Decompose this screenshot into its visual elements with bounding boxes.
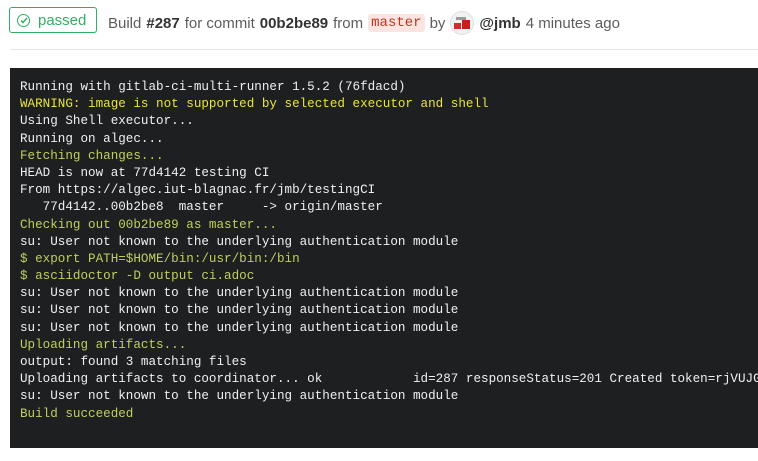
trace-line: Fetching changes... <box>20 148 164 163</box>
for-commit-text: for commit <box>184 14 255 32</box>
trace-line: $ asciidoctor -D output ci.adoc <box>20 269 255 284</box>
trace-line: Running on algec... <box>20 131 164 146</box>
trace-line: Build succeeded <box>20 406 134 421</box>
build-number: #287 <box>146 14 180 32</box>
trace-line: su: User not known to the underlying aut… <box>20 389 459 404</box>
trace-line: Uploading artifacts... <box>20 337 187 352</box>
build-header: passed Build #287 for commit 00b2be89 fr… <box>0 0 758 44</box>
trace-line: output: found 3 matching files <box>20 355 247 369</box>
header-divider <box>10 49 758 50</box>
trace-line: su: User not known to the underlying aut… <box>20 303 459 318</box>
build-time: 4 minutes ago <box>525 14 620 32</box>
trace-line: su: User not known to the underlying aut… <box>20 320 459 335</box>
avatar[interactable] <box>450 11 475 35</box>
status-label: passed <box>38 11 87 29</box>
commit-sha-link[interactable]: 00b2be89 <box>260 15 328 32</box>
trace-line: Checking out 00b2be89 as master... <box>20 217 277 232</box>
build-trace[interactable]: Running with gitlab-ci-multi-runner 1.5.… <box>10 68 758 448</box>
trace-line: Uploading artifacts to coordinator... ok… <box>20 372 758 387</box>
by-text: by <box>429 14 446 32</box>
user-link[interactable]: @jmb <box>479 15 520 32</box>
build-prefix: Build <box>108 14 142 32</box>
trace-line: $ export PATH=$HOME/bin:/usr/bin:/bin <box>20 251 300 266</box>
status-badge[interactable]: passed <box>9 7 98 33</box>
from-text: from <box>333 14 364 32</box>
trace-line: Using Shell executor... <box>20 114 194 129</box>
trace-line: su: User not known to the underlying aut… <box>20 234 459 249</box>
trace-line: su: User not known to the underlying aut… <box>20 286 459 301</box>
build-summary: Build #287 for commit 00b2be89 from mast… <box>108 11 620 35</box>
trace-line: From https://algec.iut-blagnac.fr/jmb/te… <box>20 183 376 198</box>
trace-line: HEAD is now at 77d4142 testing CI <box>20 165 270 180</box>
check-circle-icon <box>17 13 30 27</box>
branch-link[interactable]: master <box>368 14 425 32</box>
trace-line: WARNING: image is not supported by selec… <box>20 97 489 112</box>
trace-line: Running with gitlab-ci-multi-runner 1.5.… <box>20 80 406 94</box>
trace-line: 77d4142..00b2be8 master -> origin/master <box>20 200 383 215</box>
